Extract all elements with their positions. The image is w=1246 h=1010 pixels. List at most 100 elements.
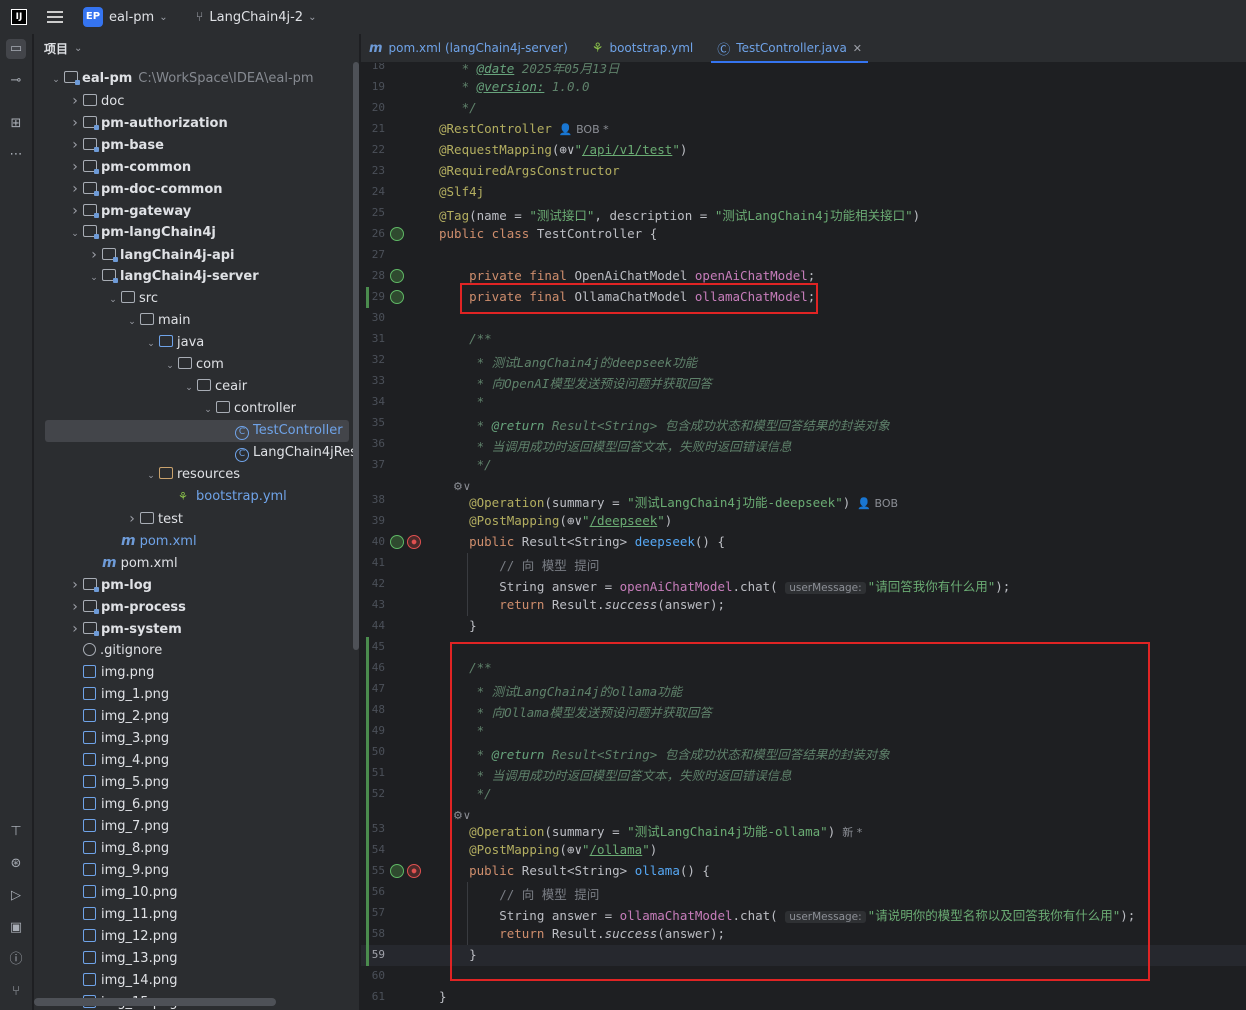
editor-tab[interactable]: Ⓒ TestController.java ✕: [711, 34, 868, 63]
tree-item[interactable]: › doc: [34, 90, 359, 112]
code-line[interactable]: * @version: 1.0.0: [439, 79, 590, 94]
spring-bean-icon[interactable]: [390, 269, 404, 283]
tree-item[interactable]: C TestController: [45, 420, 349, 442]
code-line[interactable]: // 向 模型 提问: [439, 555, 599, 574]
chevron-right-icon[interactable]: ›: [124, 508, 140, 530]
code-line[interactable]: @Tag(name = "测试接口", description = "测试Lan…: [439, 205, 920, 224]
spring-bean-icon[interactable]: [390, 290, 404, 304]
code-line[interactable]: @RequiredArgsConstructor: [439, 163, 620, 178]
code-line[interactable]: String answer = openAiChatModel.chat( us…: [439, 576, 1010, 595]
tree-item[interactable]: › pm-process: [34, 596, 359, 618]
code-line[interactable]: * 当调用成功时返回模型回答文本，失败时返回错误信息: [439, 436, 792, 455]
endpoint-icon[interactable]: [390, 535, 404, 549]
project-folder-icon[interactable]: ▭: [6, 39, 26, 59]
tree-item[interactable]: img.png: [34, 662, 359, 684]
tree-item[interactable]: › pm-system: [34, 618, 359, 640]
project-horizontal-scrollbar[interactable]: [34, 998, 276, 1006]
tree-item[interactable]: › pm-log: [34, 574, 359, 596]
tree-item[interactable]: m pom.xml: [34, 552, 359, 574]
code-line[interactable]: * 向OpenAI模型发送预设问题并获取回答: [439, 373, 712, 392]
code-line[interactable]: @RequestMapping(⊕∨"/api/v1/test"): [439, 142, 687, 157]
code-line[interactable]: @RestController 👤 BOB *: [439, 121, 609, 136]
code-line[interactable]: *: [439, 394, 485, 409]
terminal-icon[interactable]: ▣: [6, 918, 26, 938]
tree-item[interactable]: ⌄ langChain4j-server: [34, 266, 359, 288]
tree-item[interactable]: img_13.png: [34, 948, 359, 970]
tree-item[interactable]: C LangChain4jResourceServerApplication: [34, 442, 359, 464]
tree-item[interactable]: › langChain4j-api: [34, 244, 359, 266]
chevron-right-icon[interactable]: ›: [67, 156, 83, 178]
tree-item[interactable]: img_6.png: [34, 794, 359, 816]
code-line[interactable]: @Slf4j: [439, 184, 484, 199]
problems-icon[interactable]: ⓘ: [6, 950, 26, 970]
project-badge[interactable]: EP: [83, 7, 103, 27]
tree-item[interactable]: img_3.png: [34, 728, 359, 750]
chevron-right-icon[interactable]: ›: [67, 134, 83, 156]
chevron-down-icon[interactable]: ⌄: [143, 465, 159, 487]
build-hammer-icon[interactable]: ⊤: [6, 822, 26, 842]
tree-item[interactable]: ⚘ bootstrap.yml: [34, 486, 359, 508]
tree-item[interactable]: m pom.xml: [34, 530, 359, 552]
tree-item[interactable]: ⌄ src: [34, 288, 359, 310]
tree-item[interactable]: › pm-authorization: [34, 112, 359, 134]
tree-item[interactable]: img_1.png: [34, 684, 359, 706]
tree-item[interactable]: img_8.png: [34, 838, 359, 860]
chevron-down-icon[interactable]: ⌄: [162, 355, 178, 377]
chevron-down-icon[interactable]: ⌄: [74, 43, 82, 54]
tree-item[interactable]: img_7.png: [34, 816, 359, 838]
chevron-right-icon[interactable]: ›: [67, 90, 83, 112]
project-vertical-scrollbar[interactable]: [353, 62, 359, 650]
chevron-down-icon[interactable]: ⌄: [308, 12, 316, 23]
chevron-right-icon[interactable]: ›: [67, 574, 83, 596]
tree-item[interactable]: img_10.png: [34, 882, 359, 904]
structure-icon[interactable]: ⊞: [6, 114, 26, 134]
code-line[interactable]: private final OpenAiChatModel openAiChat…: [439, 268, 815, 283]
chevron-right-icon[interactable]: ›: [86, 244, 102, 266]
chevron-down-icon[interactable]: ⌄: [200, 399, 216, 421]
tree-item[interactable]: ⌄ resources: [34, 464, 359, 487]
code-line[interactable]: /**: [439, 331, 492, 346]
code-line[interactable]: public class TestController {: [439, 226, 657, 241]
chevron-down-icon[interactable]: ⌄: [181, 377, 197, 399]
code-line[interactable]: return Result.success(answer);: [439, 597, 725, 612]
code-line[interactable]: @Operation(summary = "测试LangChain4j功能-de…: [439, 492, 898, 511]
http-request-icon[interactable]: ●: [407, 535, 421, 549]
tree-item[interactable]: › test: [34, 508, 359, 530]
code-line[interactable]: * 测试LangChain4j的deepseek功能: [439, 352, 698, 371]
chevron-right-icon[interactable]: ›: [67, 200, 83, 222]
code-line[interactable]: @PostMapping(⊕∨"/deepseek"): [439, 513, 672, 528]
chevron-down-icon[interactable]: ⌄: [67, 223, 83, 245]
tree-item[interactable]: img_4.png: [34, 750, 359, 772]
git-icon[interactable]: ⑂: [6, 982, 26, 1002]
http-request-icon[interactable]: ●: [407, 864, 421, 878]
editor-tab[interactable]: ⚘ bootstrap.yml: [586, 34, 699, 63]
spring-bean-icon[interactable]: [390, 227, 404, 241]
chevron-right-icon[interactable]: ›: [67, 112, 83, 134]
main-menu-icon[interactable]: [47, 11, 63, 23]
commit-icon[interactable]: ⊸: [6, 71, 26, 91]
code-line[interactable]: * @return Result<String> 包含成功状态和模型回答结果的封…: [439, 415, 890, 434]
tree-item[interactable]: ⌄ pm-langChain4j: [34, 222, 359, 245]
project-panel-header[interactable]: 项目 ⌄: [34, 34, 359, 62]
code-line[interactable]: */: [439, 457, 492, 472]
more-icon[interactable]: ⋯: [6, 145, 26, 165]
chevron-right-icon[interactable]: ›: [67, 596, 83, 618]
tree-item[interactable]: img_9.png: [34, 860, 359, 882]
endpoint-icon[interactable]: [390, 864, 404, 878]
tree-item[interactable]: img_2.png: [34, 706, 359, 728]
tree-item[interactable]: img_14.png: [34, 970, 359, 992]
code-line[interactable]: * @date 2025年05月13日: [439, 63, 620, 77]
project-selector[interactable]: eal-pm: [109, 10, 154, 25]
run-icon[interactable]: ▷: [6, 886, 26, 906]
tree-item[interactable]: ⌄ controller: [34, 398, 359, 421]
tree-item[interactable]: img_5.png: [34, 772, 359, 794]
editor-tab[interactable]: m pom.xml (langChain4j-server): [363, 34, 574, 63]
chevron-down-icon[interactable]: ⌄: [48, 69, 64, 91]
code-line[interactable]: */: [439, 100, 477, 115]
tree-item[interactable]: img_11.png: [34, 904, 359, 926]
branch-selector[interactable]: LangChain4j-2: [209, 10, 303, 25]
tree-item[interactable]: ⌄ main: [34, 310, 359, 333]
chevron-down-icon[interactable]: ⌄: [124, 311, 140, 333]
code-line[interactable]: ⚙∨: [439, 478, 471, 493]
chevron-down-icon[interactable]: ⌄: [143, 333, 159, 355]
